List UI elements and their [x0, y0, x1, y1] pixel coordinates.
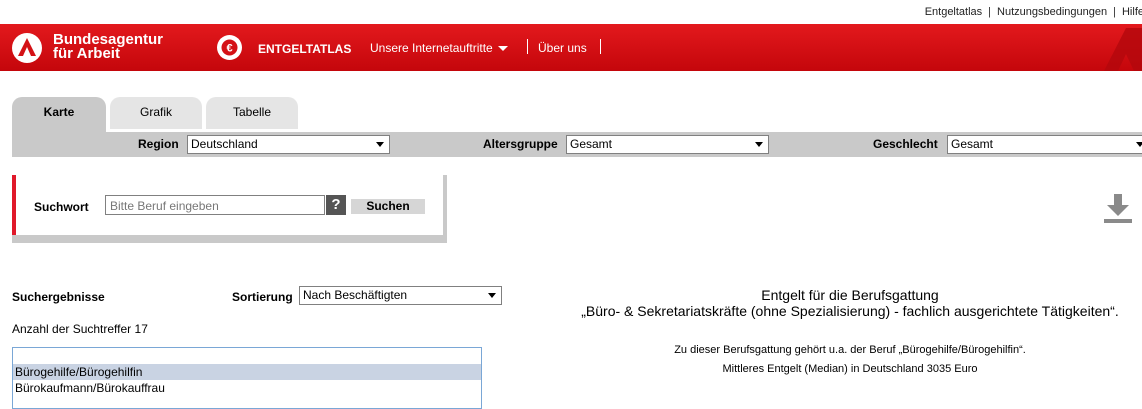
top-links: Entgeltatlas | Nutzungsbedingungen | Hilfe [924, 6, 1142, 18]
nav-divider [527, 39, 528, 54]
ba-corner-logo-icon [1104, 28, 1142, 71]
dropdown-arrow-icon [755, 142, 763, 147]
median-salary: Mittleres Entgelt (Median) in Deutschlan… [722, 363, 978, 375]
list-item-selected[interactable]: Bürogehilfe/Bürogehilfin [13, 364, 481, 380]
search-panel: Suchwort Bitte Beruf eingeben ? Suchen [12, 175, 447, 243]
filter-bar: Region Deutschland Altersgruppe Gesamt G… [12, 132, 1142, 157]
list-item[interactable]: Bürokaufmann/Bürokauffrau [13, 380, 481, 396]
chevron-down-icon [497, 46, 508, 52]
nav-internetauftritte[interactable]: Unsere Internetauftritte [370, 41, 508, 55]
tab-grafik[interactable]: Grafik [110, 97, 202, 129]
results-title: Suchergebnisse [12, 290, 105, 304]
dropdown-arrow-icon [1136, 142, 1142, 147]
dropdown-arrow-icon [488, 293, 496, 298]
app-label[interactable]: ENTGELTATLAS [258, 42, 351, 56]
sort-select[interactable]: Nach Beschäftigten [299, 286, 502, 305]
entgeltatlas-icon[interactable]: € [217, 35, 242, 60]
gender-select[interactable]: Gesamt [947, 135, 1142, 154]
help-icon[interactable]: ? [326, 195, 346, 215]
nav-ueber-uns[interactable]: Über uns [538, 41, 587, 55]
svg-text:€: € [226, 43, 232, 55]
search-label: Suchwort [34, 200, 89, 214]
dropdown-arrow-icon [376, 142, 384, 147]
brand-name[interactable]: Bundesagentur für Arbeit [53, 32, 163, 61]
tab-tabelle[interactable]: Tabelle [206, 97, 298, 129]
header-bar: Bundesagentur für Arbeit € ENTGELTATLAS … [0, 24, 1142, 71]
region-select[interactable]: Deutschland [187, 135, 390, 154]
age-select[interactable]: Gesamt [566, 135, 769, 154]
ba-logo-icon[interactable] [12, 33, 42, 63]
search-input[interactable]: Bitte Beruf eingeben [105, 195, 325, 215]
download-icon[interactable] [1104, 194, 1132, 224]
link-nutzungsbedingungen[interactable]: Nutzungsbedingungen [997, 6, 1107, 18]
region-label: Region [138, 137, 179, 151]
results-list[interactable]: Bürogehilfe/Bürogehilfin Bürokaufmann/Bü… [12, 347, 482, 409]
occupation-note: Zu dieser Berufsgattung gehört u.a. der … [674, 344, 1026, 356]
link-entgeltatlas[interactable]: Entgeltatlas [925, 6, 982, 18]
gender-label: Geschlecht [873, 137, 938, 151]
hit-count: Anzahl der Suchtreffer 17 [12, 322, 148, 336]
tab-karte[interactable]: Karte [12, 97, 106, 132]
list-item[interactable] [13, 348, 481, 364]
age-label: Altersgruppe [483, 137, 558, 151]
link-hilfe[interactable]: Hilfe [1122, 6, 1142, 18]
salary-heading: Entgelt für die Berufsgattung „Büro- & S… [581, 287, 1119, 319]
sort-label: Sortierung [232, 290, 293, 304]
nav-divider [600, 39, 601, 54]
search-button[interactable]: Suchen [351, 199, 425, 214]
